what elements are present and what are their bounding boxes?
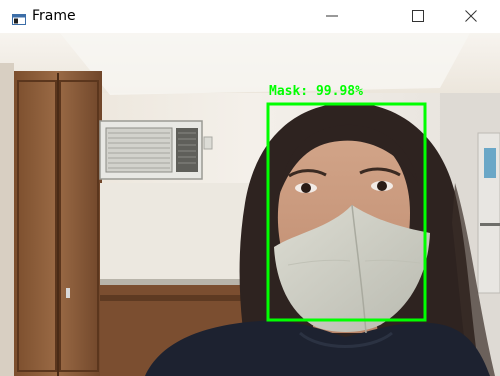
air-conditioner [99, 120, 213, 180]
title-bar[interactable]: Frame [0, 0, 500, 33]
ceiling-cornice [60, 33, 470, 95]
detection-label: Mask: 99.98% [269, 84, 363, 99]
minimize-button[interactable] [309, 0, 355, 33]
frame-window: Frame Mask: 99.98% [0, 0, 500, 376]
close-icon [465, 7, 477, 26]
webcam-image: Mask: 99.98% [0, 33, 500, 376]
window-title: Frame [32, 8, 76, 24]
video-frame: Mask: 99.98% [0, 33, 500, 376]
maximize-button[interactable] [395, 0, 441, 33]
maximize-icon [412, 7, 424, 26]
close-button[interactable] [448, 0, 494, 33]
wardrobe [0, 63, 102, 376]
minimize-icon [326, 7, 338, 26]
app-window-icon [12, 10, 26, 25]
